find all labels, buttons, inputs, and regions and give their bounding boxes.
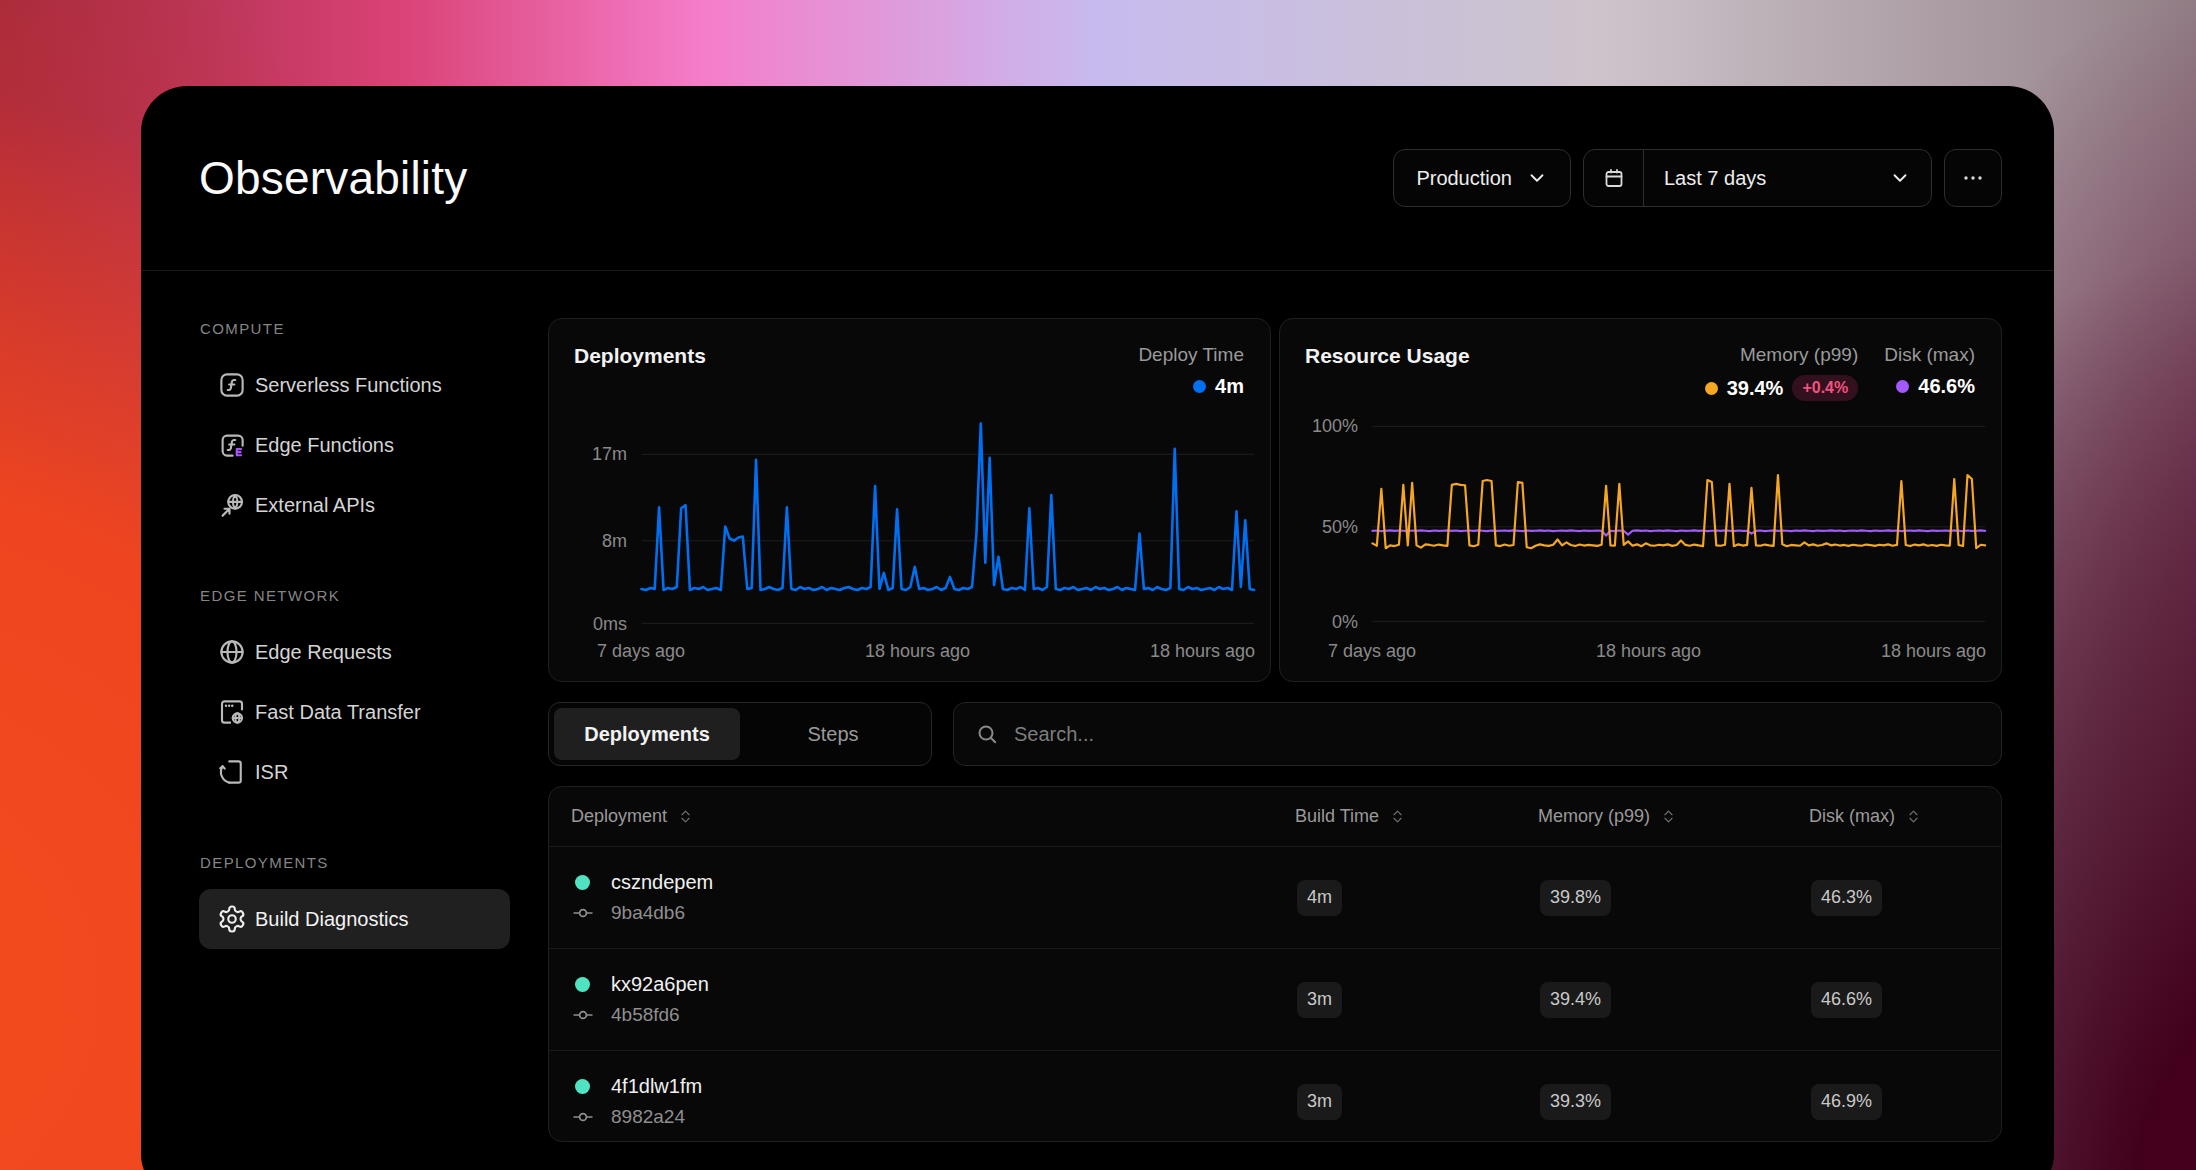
y-axis-label: 100% (1280, 416, 1358, 437)
y-axis-label: 8m (549, 531, 627, 552)
sidebar-group-label: DEPLOYMENTS (199, 852, 510, 872)
commit-icon (571, 1003, 595, 1027)
build-time-value: 4m (1297, 880, 1342, 916)
page-title: Observability (199, 151, 467, 205)
sidebar-item-edge-requests[interactable]: Edge Requests (199, 622, 510, 682)
search-icon (975, 722, 999, 746)
build-time-value: 3m (1297, 1084, 1342, 1120)
function-square-icon (217, 370, 247, 400)
table-header-row: DeploymentBuild TimeMemory (p99)Disk (ma… (549, 787, 2001, 847)
sort-icon (677, 808, 694, 825)
table-tabs: Deployments Steps (548, 702, 932, 766)
chevron-down-icon (1889, 167, 1911, 189)
calendar-icon[interactable] (1584, 150, 1644, 206)
sidebar-nav: COMPUTE Serverless FunctionsEdge Function… (199, 318, 510, 1142)
tab-steps[interactable]: Steps (740, 708, 926, 760)
chart-cards: Deployments Deploy Time 4m 17m 8m 0ms 7 da… (548, 318, 2002, 682)
more-options-button[interactable] (1944, 149, 2002, 207)
memory-p99-label: Memory (p99) (1740, 344, 1858, 366)
sidebar-group: COMPUTE Serverless FunctionsEdge Function… (199, 318, 510, 535)
page-refresh-icon (217, 757, 247, 787)
memory-delta-badge: +0.4% (1792, 375, 1858, 401)
deployments-table: DeploymentBuild TimeMemory (p99)Disk (ma… (548, 786, 2002, 1142)
table-row[interactable]: 4f1dlw1fm 8982a24 3m 39.3% 46.9% (549, 1051, 2001, 1142)
y-axis-label: 0ms (549, 614, 627, 635)
status-dot (575, 977, 590, 992)
column-header-memory-p99-[interactable]: Memory (p99) (1538, 806, 1809, 827)
disk-value: 46.3% (1811, 880, 1882, 916)
globe-arrow-icon (217, 490, 247, 520)
header-controls: Production Last 7 days (1393, 149, 2002, 207)
edge-function-icon (217, 430, 247, 460)
observability-panel: Observability Production Last 7 days COM… (141, 86, 2054, 1170)
data-transfer-icon (217, 697, 247, 727)
deployment-name: kx92a6pen (611, 973, 709, 996)
commit-hash: 9ba4db6 (611, 902, 685, 924)
sort-icon (1389, 808, 1406, 825)
y-axis-label: 17m (549, 444, 627, 465)
sidebar-item-serverless-functions[interactable]: Serverless Functions (199, 355, 510, 415)
memory-value: 39.8% (1540, 880, 1611, 916)
disk-value: 46.6% (1811, 982, 1882, 1018)
deployments-chart-card: Deployments Deploy Time 4m 17m 8m 0ms 7 da… (548, 318, 1271, 682)
deployments-card-title: Deployments (574, 344, 706, 368)
column-header-build-time[interactable]: Build Time (1295, 806, 1538, 827)
sort-icon (1905, 808, 1922, 825)
sidebar-item-build-diagnostics[interactable]: Build Diagnostics (199, 889, 510, 949)
date-range-group: Last 7 days (1583, 149, 1932, 207)
commit-icon (571, 1105, 595, 1129)
ellipsis-icon (1961, 166, 1985, 190)
chevron-down-icon (1526, 167, 1548, 189)
table-row[interactable]: kx92a6pen 4b58fd6 3m 39.4% 46.6% (549, 949, 2001, 1051)
sidebar-group: DEPLOYMENTS Build Diagnostics (199, 852, 510, 949)
memory-value: 39.4% (1540, 982, 1611, 1018)
sidebar-group: EDGE NETWORK Edge RequestsFast Data Trans… (199, 585, 510, 802)
y-axis-label: 0% (1280, 612, 1358, 633)
resource-x-axis: 7 days ago 18 hours ago 18 hours ago (1328, 641, 1986, 662)
legend-dot-blue (1193, 380, 1206, 393)
search-input[interactable] (1012, 722, 1980, 747)
y-axis-label: 50% (1280, 517, 1358, 538)
memory-value: 39.3% (1540, 1084, 1611, 1120)
sidebar-item-external-apis[interactable]: External APIs (199, 475, 510, 535)
resource-usage-card-title: Resource Usage (1305, 344, 1470, 368)
deploy-time-legend: 4m (1193, 375, 1244, 398)
tab-deployments[interactable]: Deployments (554, 708, 740, 760)
disk-legend: 46.6% (1896, 375, 1975, 398)
column-header-disk-max-[interactable]: Disk (max) (1809, 806, 2001, 827)
build-time-value: 3m (1297, 982, 1342, 1018)
search-box (953, 702, 2002, 766)
disk-value: 46.9% (1811, 1084, 1882, 1120)
gear-icon (217, 904, 247, 934)
sidebar-group-label: COMPUTE (199, 318, 510, 338)
column-header-deployment[interactable]: Deployment (549, 806, 1295, 827)
sidebar-item-isr[interactable]: ISR (199, 742, 510, 802)
sidebar-item-edge-functions[interactable]: Edge Functions (199, 415, 510, 475)
status-dot (575, 875, 590, 890)
date-range-select[interactable]: Last 7 days (1644, 150, 1931, 206)
legend-dot-orange (1705, 382, 1718, 395)
legend-dot-purple (1896, 380, 1909, 393)
sort-icon (1660, 808, 1677, 825)
deployment-name: cszndepem (611, 871, 713, 894)
disk-max-label: Disk (max) (1884, 344, 1975, 366)
deployments-x-axis: 7 days ago 18 hours ago 18 hours ago (597, 641, 1255, 662)
commit-icon (571, 901, 595, 925)
memory-legend: 39.4% +0.4% (1705, 375, 1859, 401)
globe-icon (217, 637, 247, 667)
table-row[interactable]: cszndepem 9ba4db6 4m 39.8% 46.3% (549, 847, 2001, 949)
sidebar-group-label: EDGE NETWORK (199, 585, 510, 605)
status-dot (575, 1079, 590, 1094)
page-header: Observability Production Last 7 days (141, 86, 2054, 270)
table-toolbar: Deployments Steps (548, 702, 2002, 766)
commit-hash: 8982a24 (611, 1106, 685, 1128)
deployment-name: 4f1dlw1fm (611, 1075, 702, 1098)
deploy-time-label: Deploy Time (1138, 344, 1244, 366)
environment-select[interactable]: Production (1393, 149, 1571, 207)
resource-usage-chart-card: Resource Usage Memory (p99) 39.4% +0.4% … (1279, 318, 2002, 682)
sidebar-item-fast-data-transfer[interactable]: Fast Data Transfer (199, 682, 510, 742)
commit-hash: 4b58fd6 (611, 1004, 680, 1026)
